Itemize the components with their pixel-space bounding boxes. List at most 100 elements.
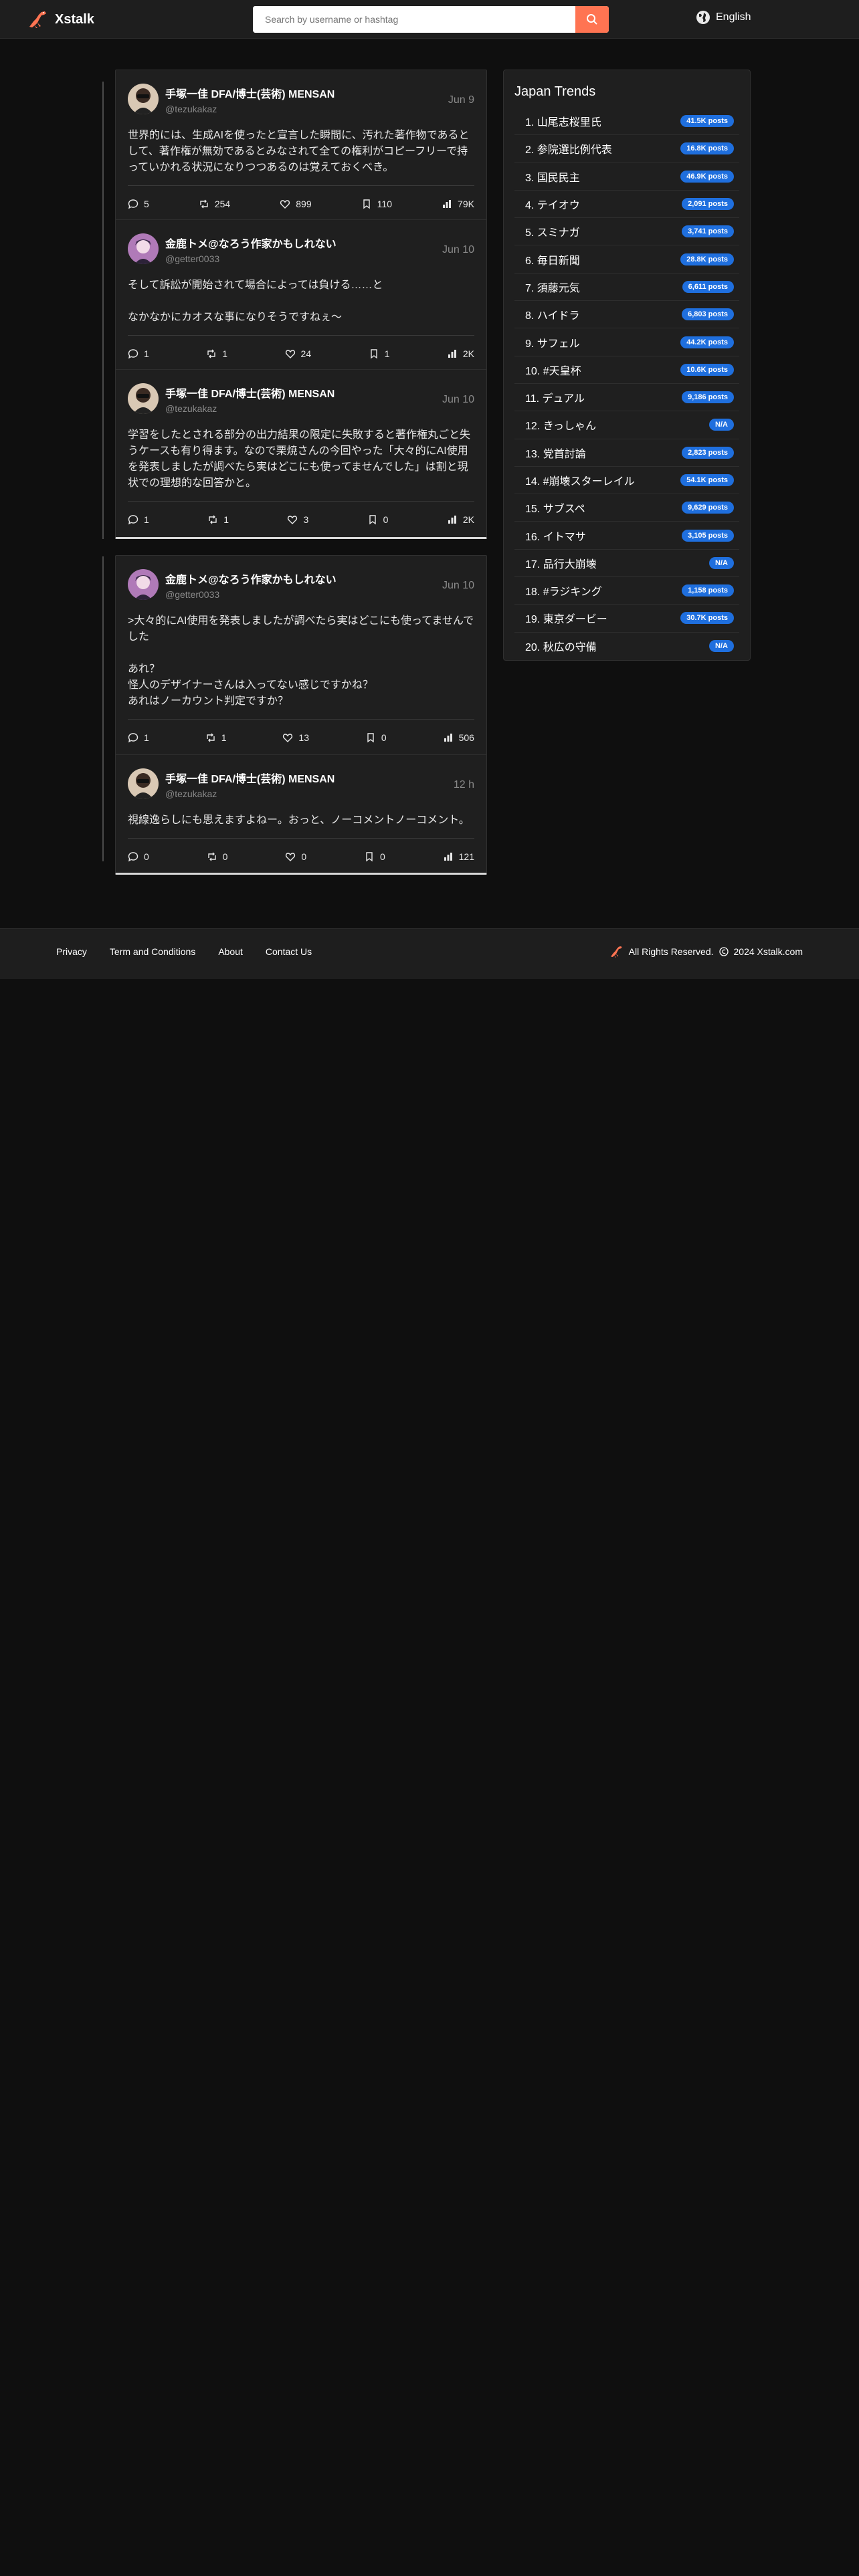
views-stat: 121 (443, 851, 474, 862)
bookmark-count: 0 (381, 732, 387, 743)
user-handle[interactable]: @getter0033 (165, 589, 337, 600)
trend-item[interactable]: 19. 東京ダービー 30.7K posts (514, 605, 739, 633)
trend-label: 11. デュアル (525, 393, 585, 405)
trend-item[interactable]: 13. 党首討論 2,823 posts (514, 439, 739, 467)
repost-button[interactable]: 1 (206, 348, 227, 359)
footer-link-terms[interactable]: Term and Conditions (110, 946, 195, 957)
repost-icon (200, 199, 208, 208)
repost-button[interactable]: 254 (199, 199, 230, 209)
trend-item[interactable]: 9. サフェル 44.2K posts (514, 328, 739, 356)
footer-link-contact[interactable]: Contact Us (266, 946, 312, 957)
avatar[interactable] (128, 768, 159, 799)
trend-item[interactable]: 7. 須藤元気 6,611 posts (514, 274, 739, 302)
bar-chart-icon (444, 733, 452, 742)
comment-icon (128, 348, 138, 358)
bookmark-button[interactable]: 0 (364, 851, 385, 862)
trend-count-badge: 2,091 posts (682, 198, 734, 211)
post-date: Jun 10 (442, 580, 474, 591)
trend-label: 3. 国民民主 (525, 172, 580, 184)
trend-item[interactable]: 8. ハイドラ 6,803 posts (514, 301, 739, 329)
trend-count-badge: 6,611 posts (682, 280, 734, 293)
tweet[interactable]: 手塚一佳 DFA/博士(芸術) MENSAN @tezukakaz Jun 9 … (116, 70, 486, 220)
footer-link-about[interactable]: About (218, 946, 243, 957)
trend-label: 4. テイオウ (525, 200, 580, 212)
tweet[interactable]: 金鹿トメ@なろう作家かもしれない @getter0033 Jun 10 そして訴… (116, 220, 486, 370)
trend-item[interactable]: 2. 参院選比例代表 16.8K posts (514, 135, 739, 163)
display-name[interactable]: 手塚一佳 DFA/博士(芸術) MENSAN (165, 770, 335, 786)
reply-button[interactable]: 1 (128, 732, 149, 743)
trend-item[interactable]: 16. イトマサ 3,105 posts (514, 522, 739, 550)
reply-count: 1 (144, 348, 149, 359)
user-handle[interactable]: @tezukakaz (165, 403, 335, 414)
reply-button[interactable]: 1 (128, 514, 149, 525)
repost-button[interactable]: 1 (205, 732, 227, 743)
trend-item[interactable]: 20. 秋広の守備 N/A (514, 633, 739, 660)
like-button[interactable]: 899 (280, 199, 312, 209)
avatar[interactable] (128, 84, 159, 114)
avatar[interactable] (128, 233, 159, 264)
like-button[interactable]: 0 (285, 851, 306, 862)
user-handle[interactable]: @tezukakaz (165, 104, 335, 114)
footer-link-privacy[interactable]: Privacy (56, 946, 87, 957)
reply-button[interactable]: 1 (128, 348, 149, 359)
tweet[interactable]: 手塚一佳 DFA/博士(芸術) MENSAN @tezukakaz 12 h 視… (116, 755, 486, 873)
top-navbar: Xstalk English (0, 0, 859, 39)
search-input[interactable] (253, 6, 575, 33)
like-button[interactable]: 13 (282, 732, 309, 743)
trend-item[interactable]: 18. #ラジキング 1,158 posts (514, 577, 739, 605)
trend-item[interactable]: 15. サブスペ 9,629 posts (514, 494, 739, 522)
search-button[interactable] (575, 6, 609, 33)
avatar[interactable] (128, 383, 159, 414)
footer-links: Privacy Term and Conditions About Contac… (56, 946, 312, 957)
tweet-text: 学習をしたとされる部分の出力結果の限定に失敗すると著作権丸ごと失うケースも有り得… (128, 429, 471, 489)
repost-button[interactable]: 1 (207, 514, 229, 525)
user-handle[interactable]: @tezukakaz (165, 788, 335, 799)
trend-item[interactable]: 5. スミナガ 3,741 posts (514, 218, 739, 246)
display-name[interactable]: 金鹿トメ@なろう作家かもしれない (165, 235, 337, 251)
views-stat: 2K (447, 348, 474, 359)
trend-item[interactable]: 1. 山尾志桜里氏 41.5K posts (514, 108, 739, 136)
trend-item[interactable]: 11. デュアル 9,186 posts (514, 384, 739, 412)
bar-chart-icon (443, 199, 452, 208)
tweet[interactable]: 手塚一佳 DFA/博士(芸術) MENSAN @tezukakaz Jun 10… (116, 370, 486, 537)
trend-item[interactable]: 12. きっしゃん N/A (514, 411, 739, 439)
trend-item[interactable]: 4. テイオウ 2,091 posts (514, 191, 739, 219)
language-selector[interactable]: English (696, 10, 751, 25)
trend-item[interactable]: 6. 毎日新聞 28.8K posts (514, 245, 739, 274)
bookmark-count: 1 (384, 348, 390, 359)
trends-title: Japan Trends (514, 84, 596, 99)
display-name[interactable]: 手塚一佳 DFA/博士(芸術) MENSAN (165, 385, 335, 401)
heart-icon (288, 515, 298, 524)
view-count: 2K (462, 348, 474, 359)
brand-link[interactable]: Xstalk (27, 9, 94, 29)
trend-item[interactable]: 17. 品行大崩壊 N/A (514, 550, 739, 578)
trend-label: 9. サフェル (525, 338, 580, 350)
reply-button[interactable]: 0 (128, 851, 149, 862)
bookmark-button[interactable]: 1 (369, 348, 390, 359)
trend-item[interactable]: 14. #崩壊スターレイル 54.1K posts (514, 467, 739, 495)
bookmark-button[interactable]: 0 (367, 514, 388, 525)
like-button[interactable]: 3 (287, 514, 308, 525)
reply-button[interactable]: 5 (128, 199, 149, 209)
avatar[interactable] (128, 569, 159, 600)
display-name[interactable]: 手塚一佳 DFA/博士(芸術) MENSAN (165, 85, 335, 101)
trend-item[interactable]: 10. #天皇杯 10.6K posts (514, 356, 739, 384)
reply-count: 1 (144, 514, 149, 525)
display-name[interactable]: 金鹿トメ@なろう作家かもしれない (165, 570, 337, 586)
tweet[interactable]: 金鹿トメ@なろう作家かもしれない @getter0033 Jun 10 >大々的… (116, 556, 486, 755)
repost-button[interactable]: 0 (207, 851, 227, 862)
search-bar (253, 6, 609, 33)
search-icon (587, 14, 597, 25)
trend-label: 10. #天皇杯 (525, 365, 581, 377)
trend-count-badge: 44.2K posts (680, 336, 734, 348)
post-date: Jun 10 (442, 394, 474, 405)
trend-label: 5. スミナガ (525, 227, 580, 239)
bookmark-button[interactable]: 0 (365, 732, 387, 743)
bookmark-button[interactable]: 110 (361, 199, 392, 209)
comment-icon (128, 514, 138, 524)
tweet-actions: 1 1 24 1 2K (128, 335, 474, 371)
user-handle[interactable]: @getter0033 (165, 253, 337, 264)
like-button[interactable]: 24 (285, 348, 311, 359)
trend-label: 17. 品行大崩壊 (525, 558, 597, 570)
trend-item[interactable]: 3. 国民民主 46.9K posts (514, 163, 739, 191)
